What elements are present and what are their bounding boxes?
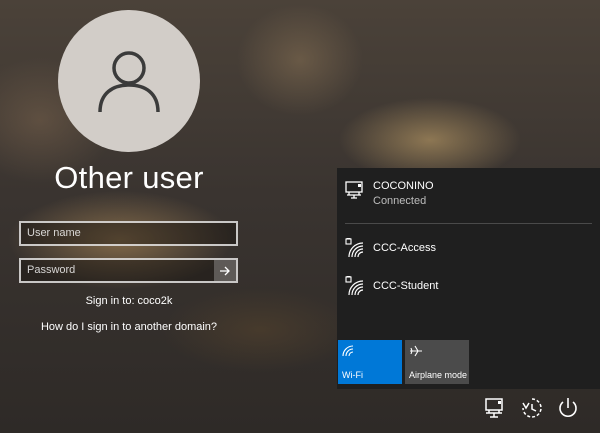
network-name: CCC-Student: [373, 280, 439, 292]
wifi-icon: [342, 345, 354, 357]
network-name: COCONINO: [373, 180, 434, 192]
network-icon[interactable]: [484, 396, 508, 420]
wifi-tile-label: Wi-Fi: [342, 370, 363, 380]
network-status: Connected: [373, 195, 427, 207]
airplane-mode-tile[interactable]: Airplane mode: [405, 340, 469, 384]
sign-in-domain-text: Sign in to: coco2k: [85, 295, 173, 307]
network-item-coconino[interactable]: COCONINO Connected: [345, 180, 434, 209]
airplane-tile-label: Airplane mode: [409, 370, 468, 380]
ease-of-access-icon[interactable]: [520, 396, 544, 420]
airplane-icon: [410, 345, 422, 357]
submit-button[interactable]: [214, 260, 236, 281]
wifi-secured-icon: [345, 238, 364, 258]
user-icon: [98, 51, 160, 113]
user-avatar: [58, 10, 200, 152]
user-title: Other user: [54, 160, 204, 195]
password-placeholder: Password: [27, 264, 76, 276]
arrow-right-icon: [220, 266, 230, 275]
username-field[interactable]: User name: [19, 221, 238, 246]
network-panel: COCONINO Connected CCC-Access CCC-Studen…: [337, 168, 600, 389]
network-item-ccc-student[interactable]: CCC-Student: [345, 276, 438, 296]
ethernet-icon: [345, 181, 363, 199]
wifi-toggle-tile[interactable]: Wi-Fi: [338, 340, 402, 384]
password-field[interactable]: Password: [19, 258, 238, 283]
wifi-secured-icon: [345, 276, 364, 296]
network-item-ccc-access[interactable]: CCC-Access: [345, 238, 436, 258]
network-name: CCC-Access: [373, 242, 436, 254]
divider: [345, 223, 592, 224]
other-domain-link[interactable]: How do I sign in to another domain?: [0, 321, 258, 333]
power-icon[interactable]: [556, 396, 580, 420]
username-placeholder: User name: [27, 227, 81, 239]
